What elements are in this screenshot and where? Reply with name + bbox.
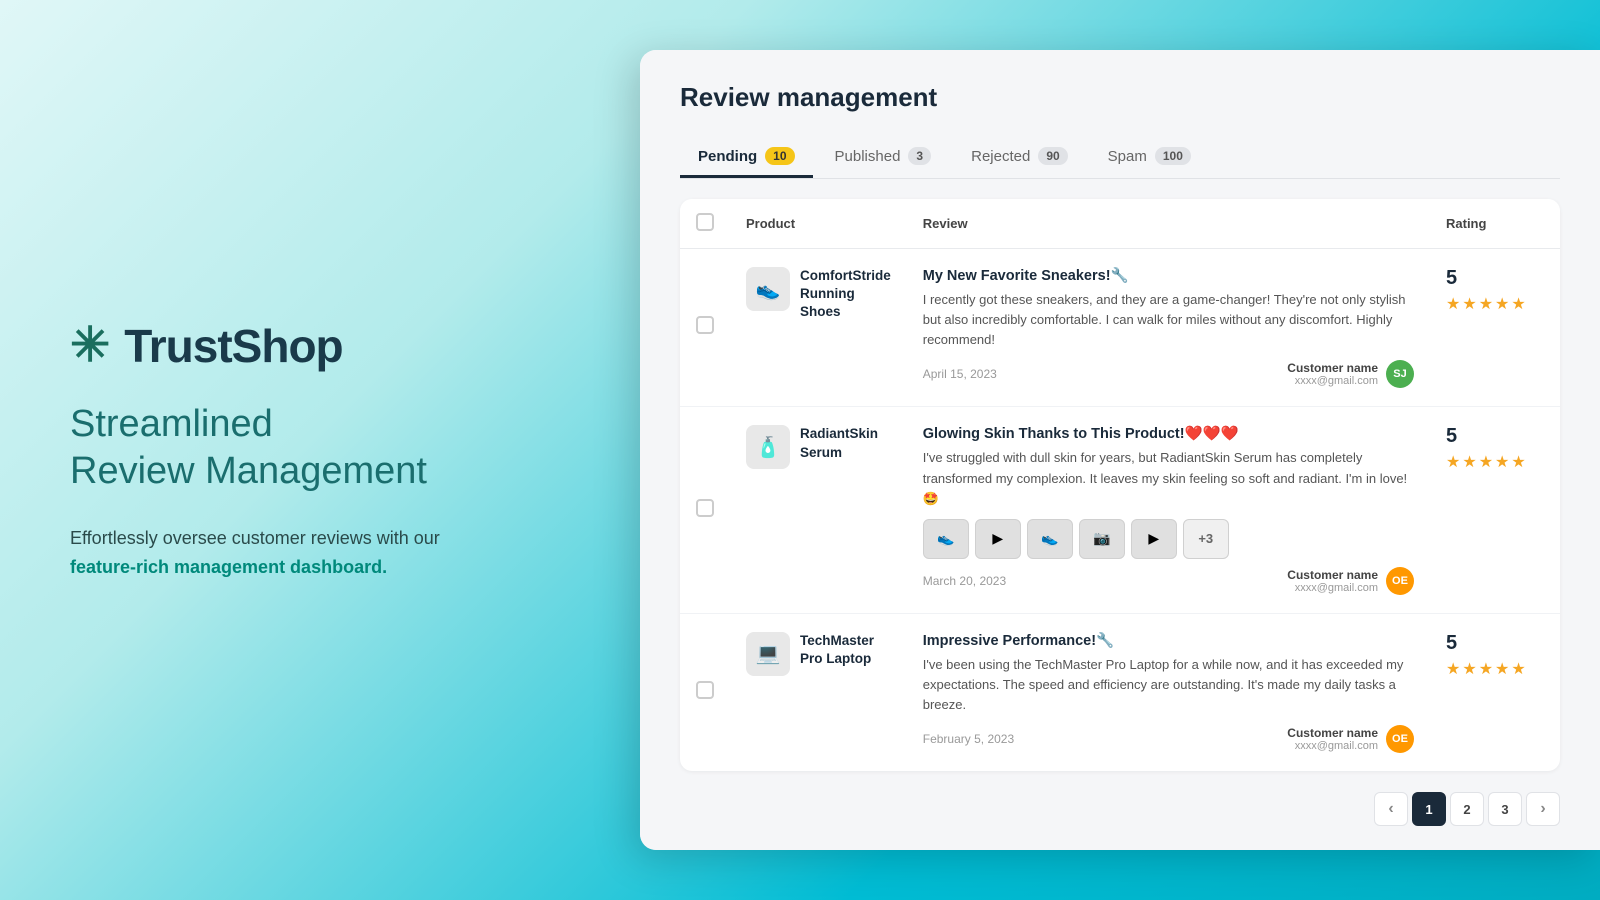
reviewer-info-3: Customer name xxxx@gmail.com OE <box>1287 725 1414 753</box>
row-checkbox-3[interactable] <box>696 681 714 699</box>
product-image-1: 👟 <box>746 267 790 311</box>
review-date-1: April 15, 2023 <box>923 367 997 381</box>
left-panel: ✳ TrustShop StreamlinedReview Management… <box>0 0 620 900</box>
brand-name: TrustShop <box>124 319 342 373</box>
right-panel: Review management Pending 10 Published 3… <box>620 0 1600 900</box>
reviewer-name-1: Customer name <box>1287 361 1378 375</box>
reviewer-name-email-1: Customer name xxxx@gmail.com <box>1287 361 1378 387</box>
media-thumb-4[interactable]: 📷 <box>1079 519 1125 559</box>
col-header-rating: Rating <box>1430 199 1560 249</box>
tab-spam[interactable]: Spam 100 <box>1090 137 1209 178</box>
reviewer-name-email-2: Customer name xxxx@gmail.com <box>1287 568 1378 594</box>
reviewer-name-email-3: Customer name xxxx@gmail.com <box>1287 726 1378 752</box>
product-cell-2: 🧴 RadiantSkinSerum <box>746 425 891 469</box>
reviewer-email-2: xxxx@gmail.com <box>1287 582 1378 594</box>
reviewer-name-3: Customer name <box>1287 726 1378 740</box>
review-meta-2: March 20, 2023 Customer name xxxx@gmail.… <box>923 567 1414 595</box>
pagination-next[interactable]: › <box>1526 792 1560 826</box>
select-all-checkbox[interactable] <box>696 213 714 231</box>
table-row: 🧴 RadiantSkinSerum Glowing Skin Thanks t… <box>680 407 1560 613</box>
tab-pending-badge: 10 <box>765 147 794 165</box>
media-thumb-1[interactable]: 👟 <box>923 519 969 559</box>
reviewer-avatar-2: OE <box>1386 567 1414 595</box>
review-table: Product Review Rating 👟 <box>680 199 1560 771</box>
reviewer-name-2: Customer name <box>1287 568 1378 582</box>
description: Effortlessly oversee customer reviews wi… <box>70 524 490 582</box>
media-thumb-3[interactable]: 👟 <box>1027 519 1073 559</box>
col-header-review: Review <box>907 199 1430 249</box>
rating-number-2: 5 <box>1446 425 1544 448</box>
media-thumb-5[interactable]: ▶ <box>1131 519 1177 559</box>
media-more[interactable]: +3 <box>1183 519 1229 559</box>
media-thumb-2[interactable]: ▶ <box>975 519 1021 559</box>
col-header-product: Product <box>730 199 907 249</box>
product-image-2: 🧴 <box>746 425 790 469</box>
review-text-1: I recently got these sneakers, and they … <box>923 290 1414 350</box>
product-name-1: ComfortStrideRunning Shoes <box>800 267 891 322</box>
tab-rejected-badge: 90 <box>1038 147 1067 165</box>
page-title: Review management <box>680 82 1560 113</box>
row-checkbox-1[interactable] <box>696 316 714 334</box>
tabs-container: Pending 10 Published 3 Rejected 90 Spam … <box>680 137 1560 179</box>
stars-2: ★★★★★ <box>1446 452 1544 472</box>
review-date-3: February 5, 2023 <box>923 732 1014 746</box>
table-row: 👟 ComfortStrideRunning Shoes My New Favo… <box>680 249 1560 407</box>
tab-published-label: Published <box>835 148 901 165</box>
app-header: Review management Pending 10 Published 3… <box>640 50 1600 179</box>
review-title-3: Impressive Performance!🔧 <box>923 632 1414 649</box>
review-date-2: March 20, 2023 <box>923 574 1006 588</box>
tab-rejected-label: Rejected <box>971 148 1030 165</box>
review-meta-1: April 15, 2023 Customer name xxxx@gmail.… <box>923 360 1414 388</box>
reviewer-info-1: Customer name xxxx@gmail.com SJ <box>1287 360 1414 388</box>
tab-spam-badge: 100 <box>1155 147 1191 165</box>
review-title-2: Glowing Skin Thanks to This Product!❤️❤️… <box>923 425 1414 442</box>
review-text-3: I've been using the TechMaster Pro Lapto… <box>923 655 1414 715</box>
pagination-page-2[interactable]: 2 <box>1450 792 1484 826</box>
tab-spam-label: Spam <box>1108 148 1147 165</box>
product-image-3: 💻 <box>746 632 790 676</box>
rating-number-1: 5 <box>1446 267 1544 290</box>
tab-rejected[interactable]: Rejected 90 <box>953 137 1086 178</box>
tagline: StreamlinedReview Management <box>70 401 550 496</box>
review-meta-3: February 5, 2023 Customer name xxxx@gmai… <box>923 725 1414 753</box>
rating-number-3: 5 <box>1446 632 1544 655</box>
logo-area: ✳ TrustShop <box>70 319 550 373</box>
review-title-1: My New Favorite Sneakers!🔧 <box>923 267 1414 284</box>
reviewer-avatar-1: SJ <box>1386 360 1414 388</box>
tab-published-badge: 3 <box>908 147 931 165</box>
reviewer-avatar-3: OE <box>1386 725 1414 753</box>
description-highlight: feature-rich management dashboard. <box>70 557 387 577</box>
media-row-2: 👟 ▶ 👟 📷 ▶ +3 <box>923 519 1414 559</box>
product-cell-1: 👟 ComfortStrideRunning Shoes <box>746 267 891 322</box>
pagination-page-1[interactable]: 1 <box>1412 792 1446 826</box>
row-checkbox-2[interactable] <box>696 499 714 517</box>
stars-3: ★★★★★ <box>1446 659 1544 679</box>
reviewer-info-2: Customer name xxxx@gmail.com OE <box>1287 567 1414 595</box>
tab-published[interactable]: Published 3 <box>817 137 950 178</box>
pagination: ‹ 1 2 3 › <box>640 776 1600 850</box>
stars-1: ★★★★★ <box>1446 294 1544 314</box>
tab-pending-label: Pending <box>698 148 757 165</box>
app-window: Review management Pending 10 Published 3… <box>640 50 1600 850</box>
product-name-3: TechMasterPro Laptop <box>800 632 874 668</box>
product-cell-3: 💻 TechMasterPro Laptop <box>746 632 891 676</box>
logo-icon: ✳ <box>70 322 110 370</box>
tab-pending[interactable]: Pending 10 <box>680 137 813 178</box>
reviewer-email-1: xxxx@gmail.com <box>1287 375 1378 387</box>
table-container: Product Review Rating 👟 <box>640 179 1600 776</box>
reviewer-email-3: xxxx@gmail.com <box>1287 740 1378 752</box>
pagination-prev[interactable]: ‹ <box>1374 792 1408 826</box>
review-text-2: I've struggled with dull skin for years,… <box>923 448 1414 508</box>
pagination-page-3[interactable]: 3 <box>1488 792 1522 826</box>
table-row: 💻 TechMasterPro Laptop Impressive Perfor… <box>680 613 1560 771</box>
product-name-2: RadiantSkinSerum <box>800 425 878 461</box>
